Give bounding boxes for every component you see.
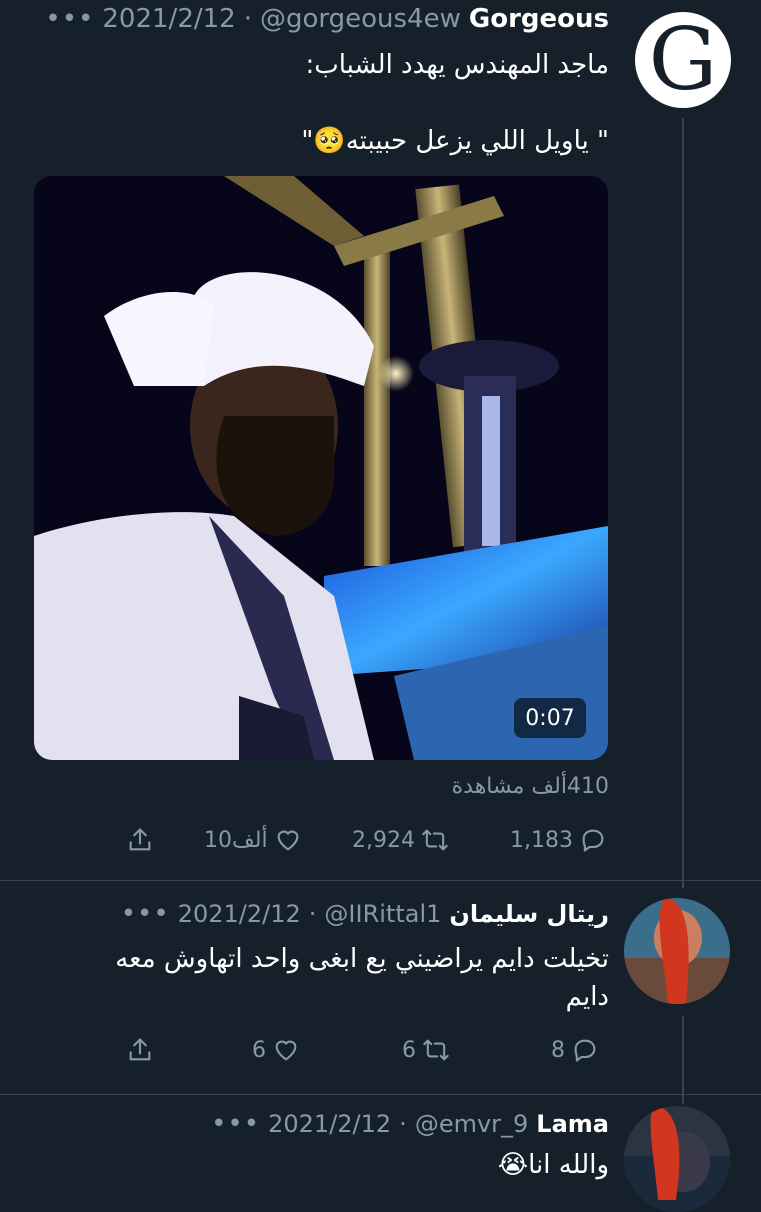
heart-icon	[277, 830, 298, 851]
share-icon	[129, 1038, 151, 1061]
tweet-date[interactable]: 2021/2/12	[178, 900, 301, 928]
tweet-text: تخيلت دايم يراضيني يع ابغى واحد اتهاوش م…	[29, 940, 609, 1016]
reply-count: 1,183	[510, 827, 573, 853]
retweet-count: 2,924	[352, 827, 415, 853]
tweet-text-line: تخيلت دايم يراضيني يع ابغى واحد اتهاوش م…	[115, 944, 609, 974]
tweet-author-name[interactable]: Lama	[536, 1110, 609, 1138]
heart-icon	[275, 1040, 297, 1061]
tweet-header: ••• 2021/2/12 · @gorgeous4ew Gorgeous	[45, 4, 609, 34]
share-button[interactable]	[126, 1036, 154, 1064]
tweet-handle[interactable]: @IIRittal1	[324, 900, 441, 928]
tweet-header: ••• 2021/2/12 · @IIRittal1 ريتال سليمان	[121, 900, 609, 928]
avatar-image	[624, 898, 730, 1004]
retweet-count: 6	[402, 1037, 416, 1063]
view-count: 410ألف مشاهدة	[451, 774, 609, 799]
retweet-icon	[423, 1039, 449, 1061]
avatar[interactable]	[624, 898, 730, 1004]
retweet-button[interactable]: 6	[402, 1036, 450, 1064]
more-icon[interactable]: •••	[45, 6, 94, 32]
reply-count: 8	[551, 1037, 565, 1063]
avatar-letter: G	[648, 10, 718, 110]
separator: ·	[243, 4, 252, 34]
separator: ·	[399, 1110, 407, 1138]
retweet-button[interactable]: 2,924	[352, 826, 449, 854]
tweet-handle[interactable]: @emvr_9	[415, 1110, 528, 1138]
tweet-date[interactable]: 2021/2/12	[268, 1110, 391, 1138]
tweet-divider	[0, 1094, 761, 1095]
reply-button[interactable]: 1,183	[510, 826, 607, 854]
like-button[interactable]: 6	[252, 1036, 300, 1064]
tweet-handle[interactable]: @gorgeous4ew	[260, 4, 461, 34]
tweet-divider	[0, 880, 761, 881]
reply-icon	[582, 829, 604, 852]
retweet-icon	[422, 829, 448, 851]
more-icon[interactable]: •••	[211, 1111, 260, 1137]
like-count: 6	[252, 1037, 266, 1063]
video-thumbnail	[34, 176, 608, 760]
separator: ·	[308, 900, 317, 928]
tweet-author-name[interactable]: ريتال سليمان	[449, 900, 609, 928]
avatar[interactable]	[624, 1106, 730, 1212]
tweet-text-line: دايم	[565, 982, 609, 1012]
tweet-text-line: " ياويل اللي يزعل حبيبته🥺"	[301, 126, 609, 156]
like-button[interactable]: 10ألف	[204, 826, 302, 854]
thread-line	[682, 1016, 684, 1104]
reply-icon	[574, 1039, 596, 1062]
reply-button[interactable]: 8	[551, 1036, 599, 1064]
tweet-text-line: والله انا😭	[497, 1150, 609, 1180]
tweet-text: والله انا😭	[49, 1146, 609, 1184]
tweet-text: ماجد المهندس يهدد الشباب: " ياويل اللي ي…	[49, 46, 609, 160]
share-button[interactable]	[126, 826, 154, 854]
video-media[interactable]: 0:07	[34, 176, 608, 760]
tweet-text-line: ماجد المهندس يهدد الشباب:	[305, 50, 609, 80]
tweet-author-name[interactable]: Gorgeous	[469, 4, 609, 34]
tweet-date[interactable]: 2021/2/12	[102, 4, 235, 34]
more-icon[interactable]: •••	[121, 901, 170, 927]
thread-line	[682, 118, 684, 888]
avatar[interactable]: G	[635, 12, 731, 108]
avatar-image	[624, 1106, 730, 1212]
tweet-header: ••• 2021/2/12 · @emvr_9 Lama	[211, 1110, 609, 1138]
video-duration: 0:07	[514, 698, 586, 738]
like-count: 10ألف	[204, 827, 268, 853]
share-icon	[129, 828, 151, 851]
